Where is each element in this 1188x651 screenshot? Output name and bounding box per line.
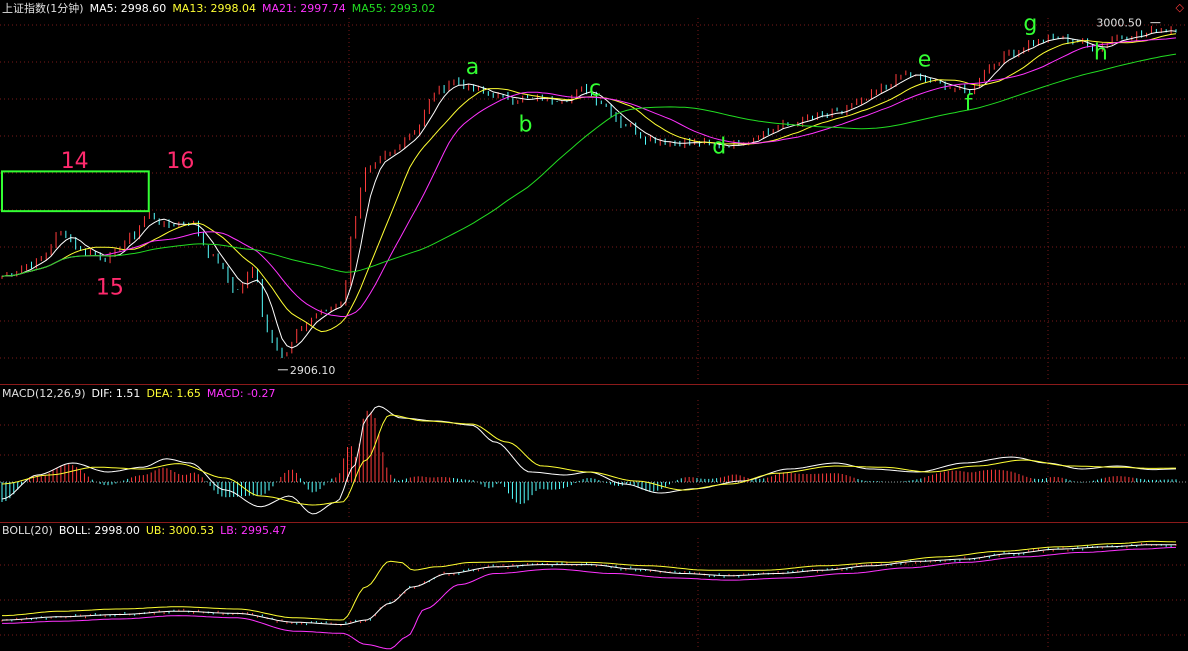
price-chart: 2906.10 3000.50 bbox=[1, 17, 1177, 377]
dif-line bbox=[1, 405, 1177, 515]
boll-panel-title: BOLL(20) bbox=[2, 524, 53, 537]
lb-label: LB: 2995.47 bbox=[220, 524, 287, 537]
macd-value-label: MACD: -0.27 bbox=[206, 387, 276, 400]
macd-chart bbox=[1, 405, 1177, 515]
boll-separator bbox=[0, 522, 1188, 523]
chart-grid bbox=[0, 18, 1188, 650]
chart-canvas: 2906.10 3000.50 14 16 15 a b c d e f g h bbox=[0, 11, 1188, 650]
low-price-label: 2906.10 bbox=[290, 364, 336, 377]
annotation-label: f bbox=[965, 91, 974, 116]
ma21-label: MA21: 2997.74 bbox=[262, 2, 346, 15]
macd-separator bbox=[0, 384, 1188, 385]
annotation-label: c bbox=[589, 77, 601, 102]
annotation-label: g bbox=[1023, 11, 1037, 36]
macd-panel-header: MACD(12,26,9) DIF: 1.51 DEA: 1.65 MACD: -0.… bbox=[2, 387, 282, 401]
price-panel-title: 上证指数(1分钟) bbox=[2, 2, 84, 15]
ub-label: UB: 3000.53 bbox=[145, 524, 215, 537]
boll-mid-line bbox=[1, 544, 1176, 625]
annotation-label: 15 bbox=[96, 275, 124, 300]
dea-line bbox=[1, 414, 1176, 506]
annotation-boxes bbox=[1, 170, 150, 213]
annotation-label: d bbox=[712, 134, 726, 159]
boll-panel-header: BOLL(20) BOLL: 2998.00 UB: 3000.53 LB: 2995… bbox=[2, 524, 293, 538]
annotation-label: 14 bbox=[61, 149, 89, 174]
ma5-label: MA5: 2998.60 bbox=[89, 2, 167, 15]
ma55-label: MA55: 2993.02 bbox=[351, 2, 436, 15]
boll-chart bbox=[1, 540, 1177, 650]
annotation-label: e bbox=[918, 48, 932, 73]
diamond-icon[interactable]: ◇ bbox=[1176, 2, 1184, 13]
high-price-label: 3000.50 bbox=[1096, 17, 1142, 30]
ub-line bbox=[2, 540, 1177, 621]
annotation-label: a bbox=[466, 55, 479, 80]
annotation-label: b bbox=[519, 113, 533, 138]
dif-label: DIF: 1.51 bbox=[91, 387, 141, 400]
dea-label: DEA: 1.65 bbox=[146, 387, 201, 400]
price-panel-header: 上证指数(1分钟) MA5: 2998.60 MA13: 2998.04 MA21: … bbox=[2, 2, 441, 16]
annotation-label: h bbox=[1094, 40, 1108, 65]
annotation-label: 16 bbox=[166, 149, 194, 174]
boll-value-label: BOLL: 2998.00 bbox=[58, 524, 140, 537]
range-box bbox=[1, 170, 150, 213]
ma13-label: MA13: 2998.04 bbox=[172, 2, 257, 15]
macd-panel-title: MACD(12,26,9) bbox=[2, 387, 86, 400]
